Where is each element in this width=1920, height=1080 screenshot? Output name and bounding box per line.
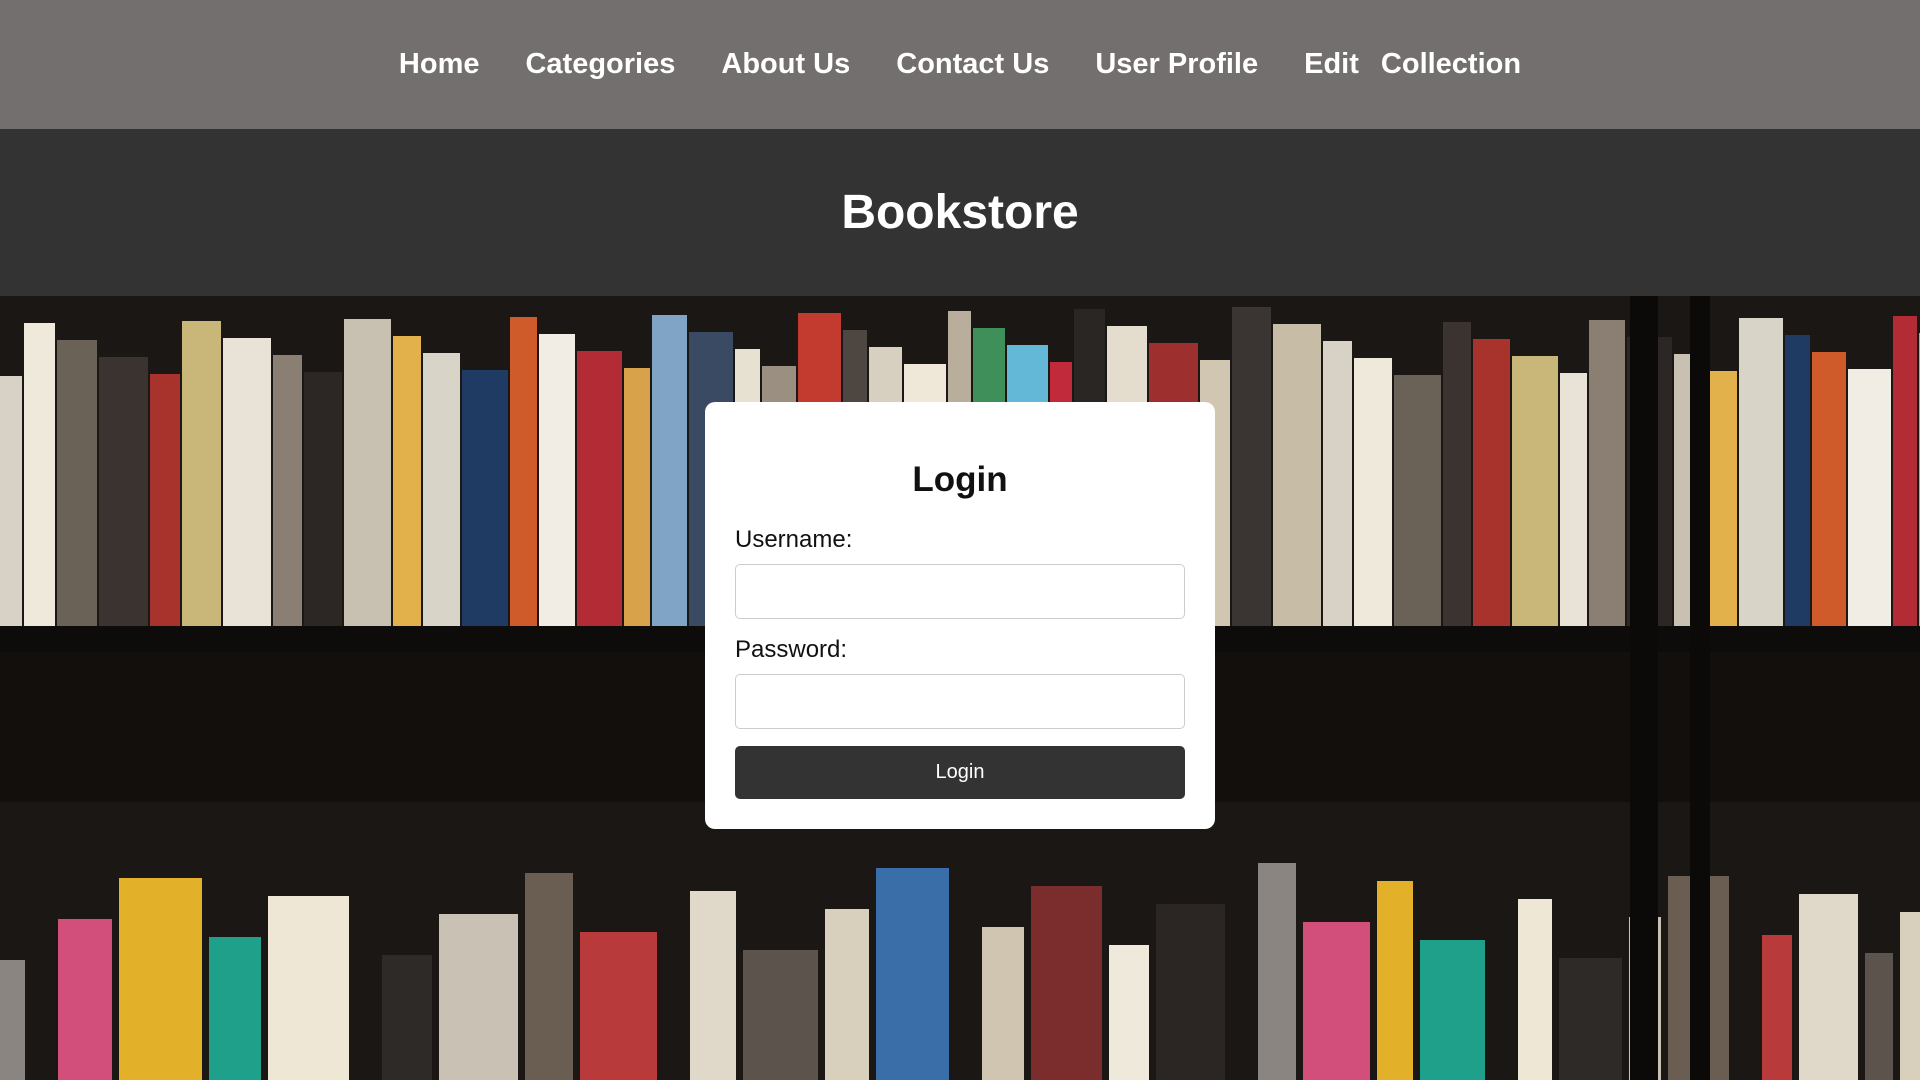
book-spine-bottom [1559, 958, 1622, 1080]
header-banner: Bookstore [0, 129, 1920, 296]
nav-link-edit[interactable]: Edit [1281, 50, 1370, 79]
book-spine-bottom [1762, 935, 1792, 1080]
book-spine-bottom [1900, 912, 1920, 1080]
book-spine-top [393, 336, 421, 676]
nav-link-user-profile[interactable]: User Profile [1072, 50, 1281, 79]
bookshelf-background: Login Username: Password: Login [0, 296, 1920, 1080]
book-spine-top [1739, 318, 1783, 676]
login-title: Login [912, 460, 1008, 499]
book-spine-top [1589, 320, 1625, 676]
book-spine-bottom [1303, 922, 1370, 1080]
book-spine-bottom [1799, 894, 1858, 1080]
book-spine-bottom [1865, 953, 1893, 1080]
username-label: Username: [735, 526, 853, 553]
book-spine-top [1232, 307, 1271, 676]
book-spine-bottom [382, 955, 432, 1080]
book-spine-bottom [1518, 899, 1552, 1080]
nav-link-about-us[interactable]: About Us [698, 50, 873, 79]
book-spine-top [539, 334, 575, 676]
book-spine-bottom [1377, 881, 1413, 1080]
book-spine-bottom [268, 896, 349, 1080]
book-spine-top [223, 338, 271, 676]
book-spine-bottom [1109, 945, 1149, 1080]
book-spine-bottom [1420, 940, 1485, 1080]
nav-link-contact-us[interactable]: Contact Us [873, 50, 1072, 79]
book-spine-top [1443, 322, 1471, 676]
book-spine-bottom [439, 914, 518, 1080]
book-spine-bottom [209, 937, 261, 1080]
site-title: Bookstore [841, 186, 1079, 239]
book-spine-bottom [690, 891, 736, 1080]
book-spine-bottom [1031, 886, 1102, 1080]
book-spine-top [1893, 316, 1917, 676]
book-spine-bottom [743, 950, 818, 1080]
book-spine-bottom [525, 873, 573, 1080]
shelf-divider [1630, 296, 1658, 1080]
book-spine-bottom [876, 868, 949, 1080]
book-spine-top [1273, 324, 1321, 676]
book-spine-bottom [982, 927, 1024, 1080]
book-spine-bottom [1258, 863, 1296, 1080]
shelf-divider [1690, 296, 1710, 1080]
book-spine-bottom [580, 932, 657, 1080]
username-input[interactable] [735, 564, 1185, 619]
login-card: Login Username: Password: Login [705, 402, 1215, 829]
book-spine-top [1785, 335, 1810, 676]
nav-link-categories[interactable]: Categories [502, 50, 698, 79]
book-spine-top [182, 321, 221, 676]
book-spine-bottom [119, 878, 202, 1080]
book-spine-bottom [58, 919, 112, 1080]
book-spine-bottom [1156, 904, 1225, 1080]
book-spine-top [510, 317, 537, 676]
book-spine-top [1473, 339, 1510, 676]
nav-link-collection[interactable]: Collection [1370, 50, 1544, 79]
book-spine-top [57, 340, 97, 676]
book-spine-top [344, 319, 391, 676]
password-label: Password: [735, 636, 848, 663]
book-spine-bottom [0, 960, 25, 1080]
book-spine-top [24, 323, 55, 676]
book-spine-top [1323, 341, 1352, 676]
password-input[interactable] [735, 674, 1185, 729]
nav-link-home[interactable]: Home [376, 50, 503, 79]
top-navigation: Home Categories About Us Contact Us User… [0, 0, 1920, 129]
book-spine-bottom [825, 909, 869, 1080]
login-button[interactable]: Login [735, 746, 1185, 799]
book-spine-top [652, 315, 687, 676]
